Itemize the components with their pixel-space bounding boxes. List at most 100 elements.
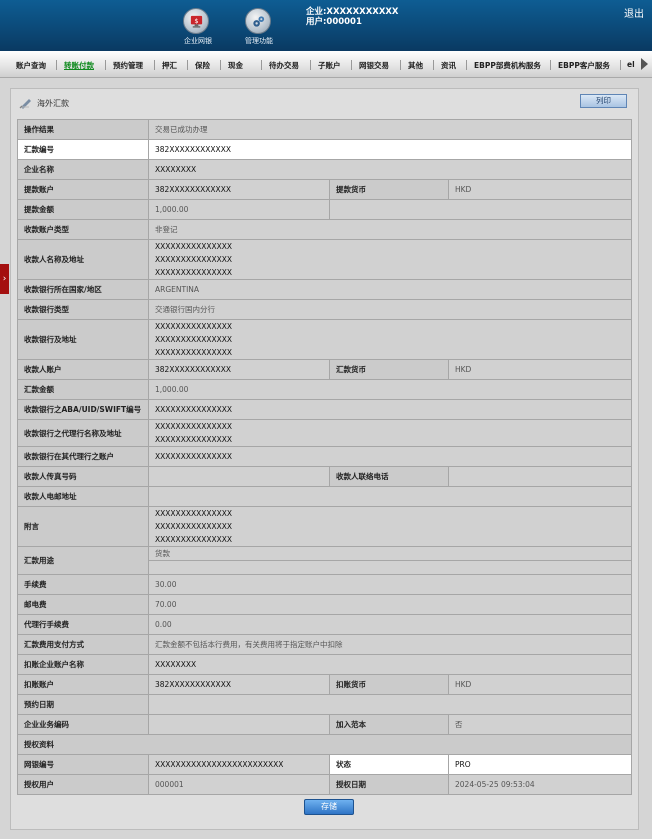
table-row: 收款银行及地址 XXXXXXXXXXXXXXX XXXXXXXXXXXXXXX …: [17, 319, 632, 360]
field-label: 收款银行之代理行名称及地址: [17, 419, 149, 447]
field-label: 扣账货币: [329, 674, 449, 695]
address-line: XXXXXXXXXXXXXXX: [155, 255, 233, 264]
remittance-panel: 海外汇款 列印 操作结果 交易已成功办理 汇款编号 382XXXXXXXXXXX…: [10, 88, 639, 830]
nav-separator: [220, 60, 221, 70]
table-row: 代理行手续费 0.00: [17, 614, 632, 635]
table-row: 网银编号 XXXXXXXXXXXXXXXXXXXXXXXXX 状态 PRO: [17, 754, 632, 775]
field-label: 汇款用途: [17, 546, 149, 575]
field-label: 收款人账户: [17, 359, 149, 380]
table-row: 授权资料: [17, 734, 632, 755]
company-name-value: XXXXXXXX: [148, 159, 632, 180]
corporate-banking-icon[interactable]: $: [183, 8, 209, 34]
nav-separator: [105, 60, 106, 70]
nav-item-pending[interactable]: 待办交易: [269, 60, 299, 71]
table-row: 收款人电邮地址: [17, 486, 632, 507]
biz-code-value: [148, 714, 330, 735]
field-label: 授权用户: [17, 774, 149, 795]
nav-item-insurance[interactable]: 保险: [195, 60, 210, 71]
corporate-banking-label[interactable]: 企业网银: [168, 36, 228, 46]
nav-separator: [550, 60, 551, 70]
nav-scroll-right-icon[interactable]: [641, 58, 648, 70]
nav-item-bills[interactable]: 押汇: [162, 60, 177, 71]
nav-separator: [261, 60, 262, 70]
nav-separator: [400, 60, 401, 70]
remittance-detail-table: 操作结果 交易已成功办理 汇款编号 382XXXXXXXXXXXX 企业名称 X…: [17, 119, 632, 795]
address-line: XXXXXXXXXXXXXXX: [155, 322, 233, 331]
nav-item-other[interactable]: 其他: [408, 60, 423, 71]
field-label: 汇款金额: [17, 379, 149, 400]
postage-value: 70.00: [148, 594, 632, 615]
booking-date-value: [148, 694, 632, 715]
purpose-extra: [149, 561, 631, 574]
main-nav: 账户查询 转账付款 预约管理 押汇 保险 现金 待办交易 子账户 网银交易 其他…: [0, 50, 652, 78]
address-line: XXXXXXXXXXXXXXX: [155, 242, 233, 251]
table-row: 收款银行之代理行名称及地址 XXXXXXXXXXXXXXX XXXXXXXXXX…: [17, 419, 632, 447]
remark-line: XXXXXXXXXXXXXXX: [155, 509, 233, 518]
address-line: XXXXXXXXXXXXXXX: [155, 422, 233, 431]
nav-separator: [310, 60, 311, 70]
side-expand-tab[interactable]: ›: [0, 264, 9, 294]
table-row: 收款人传真号码 收款人联络电话: [17, 466, 632, 487]
nav-item-cash[interactable]: 现金: [228, 60, 243, 71]
management-gear-icon[interactable]: [245, 8, 271, 34]
top-bar: $ 企业网银 管理功能 企业:XXXXXXXXXXX 用户:000001 退出: [0, 0, 652, 50]
table-row: 汇款费用支付方式 汇款金额不包括本行费用，有关费用将于指定账户中扣除: [17, 634, 632, 655]
table-row: 收款银行类型 交通银行国内分行: [17, 299, 632, 320]
address-line: XXXXXXXXXXXXXXX: [155, 335, 233, 344]
field-label: 网银编号: [17, 754, 149, 775]
nav-item-sub-account[interactable]: 子账户: [318, 60, 341, 71]
address-line: XXXXXXXXXXXXXXX: [155, 348, 233, 357]
table-row: 授权用户 000001 授权日期 2024-05-25 09:53:04: [17, 774, 632, 795]
company-line: 企业:XXXXXXXXXXX: [306, 7, 399, 17]
table-row: 手续费 30.00: [17, 574, 632, 595]
save-button[interactable]: 存储: [304, 799, 354, 815]
field-label: 附言: [17, 506, 149, 547]
field-label: 邮电费: [17, 594, 149, 615]
nav-item-netbank-trade[interactable]: 网银交易: [359, 60, 389, 71]
table-row: 收款账户类型 非登记: [17, 219, 632, 240]
nav-separator: [433, 60, 434, 70]
nav-item-news[interactable]: 资讯: [441, 60, 456, 71]
netbank-no-value: XXXXXXXXXXXXXXXXXXXXXXXXX: [148, 754, 330, 775]
field-label: 收款人传真号码: [17, 466, 149, 487]
payee-name-address-value: XXXXXXXXXXXXXXX XXXXXXXXXXXXXXX XXXXXXXX…: [148, 239, 632, 280]
bank-address-value: XXXXXXXXXXXXXXX XXXXXXXXXXXXXXX XXXXXXXX…: [148, 319, 632, 360]
bank-country-value: ARGENTINA: [148, 279, 632, 300]
field-label: 加入范本: [329, 714, 449, 735]
nav-item-transfer[interactable]: 转账付款: [64, 60, 94, 71]
nav-item-ebpp-org[interactable]: EBPP部费机构服务: [474, 60, 541, 71]
nav-item-account-query[interactable]: 账户查询: [16, 60, 46, 71]
field-label: 提款货币: [329, 179, 449, 200]
panel-title-text: 海外汇款: [37, 98, 69, 108]
field-label: 收款人联络电话: [329, 466, 449, 487]
field-label: 操作结果: [17, 119, 149, 140]
empty-cell: [329, 199, 632, 220]
debit-currency-value: HKD: [448, 674, 632, 695]
logout-link[interactable]: 退出: [624, 5, 644, 20]
table-row: 预约日期: [17, 694, 632, 715]
table-row: 汇款金额 1,000.00: [17, 379, 632, 400]
payee-fax-value: [148, 466, 330, 487]
account-info: 企业:XXXXXXXXXXX 用户:000001: [306, 7, 399, 27]
nav-item-booking[interactable]: 预约管理: [113, 60, 143, 71]
management-label[interactable]: 管理功能: [229, 36, 289, 46]
table-row: 扣账账户 382XXXXXXXXXXXX 扣账货币 HKD: [17, 674, 632, 695]
table-row: 企业业务编码 加入范本 否: [17, 714, 632, 735]
field-label: 收款人电邮地址: [17, 486, 149, 507]
field-label: 代理行手续费: [17, 614, 149, 635]
field-label: 扣账账户: [17, 674, 149, 695]
nav-separator: [351, 60, 352, 70]
debit-name-value: XXXXXXXX: [148, 654, 632, 675]
user-line: 用户:000001: [306, 17, 362, 27]
svg-text:$: $: [194, 16, 198, 24]
table-row: 收款银行在其代理行之账户 XXXXXXXXXXXXXXX: [17, 446, 632, 467]
nav-item-more[interactable]: el: [627, 60, 635, 69]
nav-item-ebpp-customer[interactable]: EBPP客户服务: [558, 60, 610, 71]
field-label: 收款银行及地址: [17, 319, 149, 360]
print-button[interactable]: 列印: [580, 94, 627, 108]
auth-user-value: 000001: [148, 774, 330, 795]
table-row: 收款银行之ABA/UID/SWIFT编号 XXXXXXXXXXXXXXX: [17, 399, 632, 420]
table-row: 提款金额 1,000.00: [17, 199, 632, 220]
auth-section-header: 授权资料: [17, 734, 632, 755]
add-template-value: 否: [448, 714, 632, 735]
